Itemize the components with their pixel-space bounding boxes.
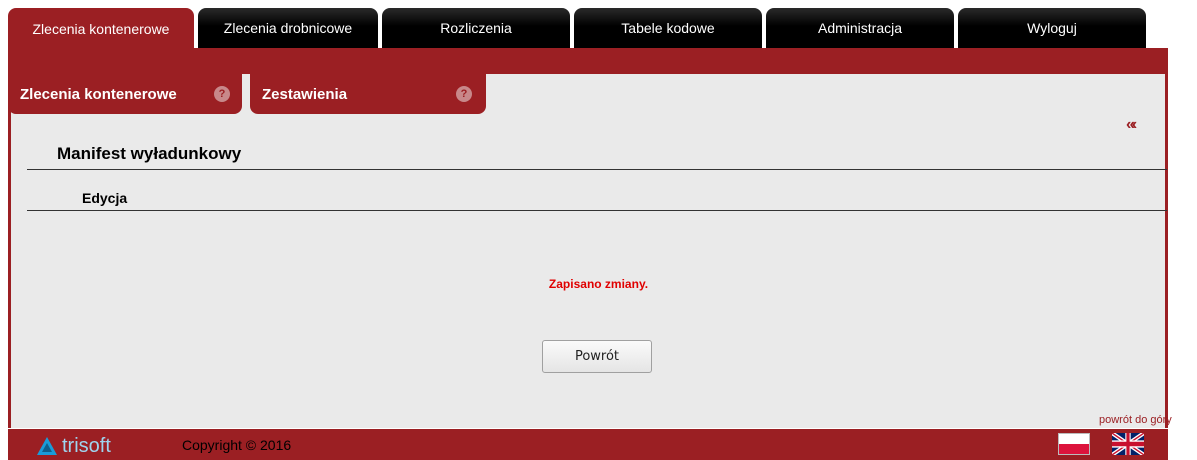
- tab-wyloguj[interactable]: Wyloguj: [958, 8, 1146, 48]
- status-message: Zapisano zmiany.: [548, 277, 649, 291]
- main-nav: Zlecenia kontenerowe Zlecenia drobnicowe…: [8, 8, 1168, 50]
- section-title: Edycja: [82, 190, 128, 206]
- trisoft-logo: trisoft: [36, 434, 111, 458]
- content-panel: [8, 74, 1168, 428]
- subtab-zlecenia-kontenerowe[interactable]: Zlecenia kontenerowe ?: [8, 74, 242, 114]
- uk-flag-icon[interactable]: [1112, 433, 1144, 455]
- tab-administracja[interactable]: Administracja: [766, 8, 954, 48]
- divider: [27, 169, 1167, 170]
- page-title: Manifest wyładunkowy: [57, 144, 242, 163]
- copyright-text: Copyright © 2016: [182, 437, 292, 453]
- subtab-label: Zestawienia: [262, 85, 348, 103]
- tab-rozliczenia[interactable]: Rozliczenia: [382, 8, 570, 48]
- logo-text: trisoft: [62, 434, 111, 457]
- tab-zlecenia-drobnicowe[interactable]: Zlecenia drobnicowe: [198, 8, 378, 48]
- back-to-top-link[interactable]: powrót do góry: [1099, 414, 1172, 426]
- info-icon: ?: [214, 86, 230, 102]
- subtab-zestawienia[interactable]: Zestawienia ?: [250, 74, 486, 114]
- subtab-label: Zlecenia kontenerowe: [20, 85, 177, 103]
- divider: [27, 210, 1167, 211]
- collapse-arrows-icon[interactable]: «‹: [1126, 116, 1137, 134]
- tab-tabele-kodowe[interactable]: Tabele kodowe: [574, 8, 762, 48]
- back-button[interactable]: Powrót: [542, 340, 652, 373]
- logo-triangle-icon: [37, 437, 57, 455]
- tab-zlecenia-kontenerowe[interactable]: Zlecenia kontenerowe: [8, 8, 194, 50]
- polish-flag-icon[interactable]: [1058, 433, 1090, 455]
- info-icon: ?: [456, 86, 472, 102]
